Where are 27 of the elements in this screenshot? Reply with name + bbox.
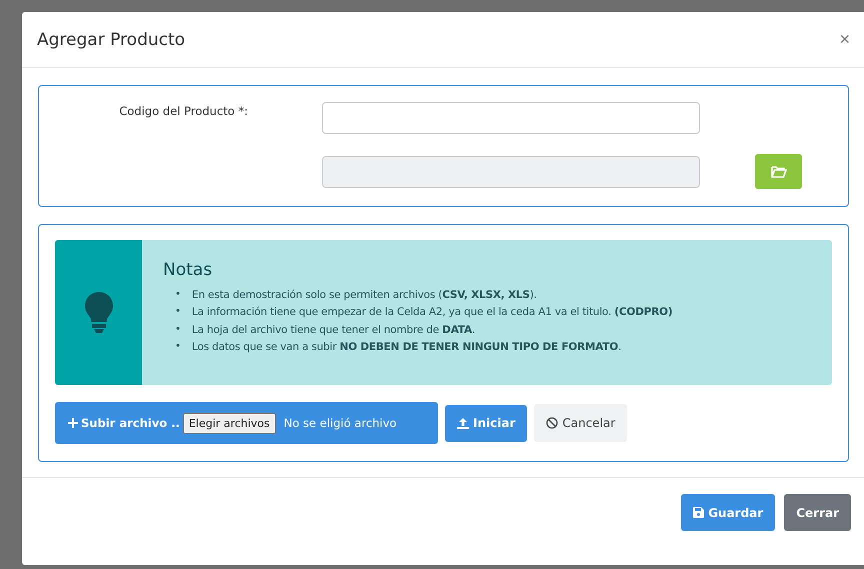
start-button[interactable]: Iniciar <box>445 404 528 442</box>
lightbulb-icon <box>84 290 114 334</box>
ban-icon <box>546 417 558 429</box>
field-label: Codigo del Producto *: <box>119 104 248 118</box>
choose-files-button[interactable]: Elegir archivos <box>182 412 276 434</box>
note-item: La hoja del archivo tiene que tener el nombre de DATA. <box>192 322 476 337</box>
bullet-marker: • <box>175 288 181 302</box>
notes-title: Notas <box>163 260 214 280</box>
save-button[interactable]: Guardar <box>681 494 776 531</box>
modal-title: Agregar Producto <box>37 30 186 50</box>
upload-file-control[interactable]: Subir archivo .. Elegir archivos No se eligió archivo <box>55 402 438 444</box>
upload-icon <box>457 418 469 428</box>
close-footer-button[interactable]: Cerrar <box>784 494 851 531</box>
no-file-text: No se eligió archivo <box>284 416 397 430</box>
note-item: En esta demostración solo se permiten archivos (CSV, XLSX, XLS). <box>192 288 537 302</box>
product-code-field[interactable] <box>322 102 700 134</box>
note-item: La información tiene que empezar de la Celda A2, ya que el la ceda A1 va el titulo. (CODPRO) <box>192 305 672 320</box>
close-button[interactable]: × <box>839 29 850 50</box>
note-item: Los datos que se van a subir NO DEBEN DE TENER NINGUN TIPO DE FORMATO. <box>192 340 622 354</box>
bullet-marker: • <box>175 322 181 337</box>
plus-icon <box>68 418 78 428</box>
bullet-marker: • <box>175 305 181 320</box>
bullet-marker: • <box>175 340 181 354</box>
folder-button[interactable] <box>755 154 802 189</box>
folder-icon <box>770 165 786 178</box>
upload-label: Subir archivo .. <box>68 416 180 430</box>
cancel-button[interactable]: Cancelar <box>534 404 628 442</box>
